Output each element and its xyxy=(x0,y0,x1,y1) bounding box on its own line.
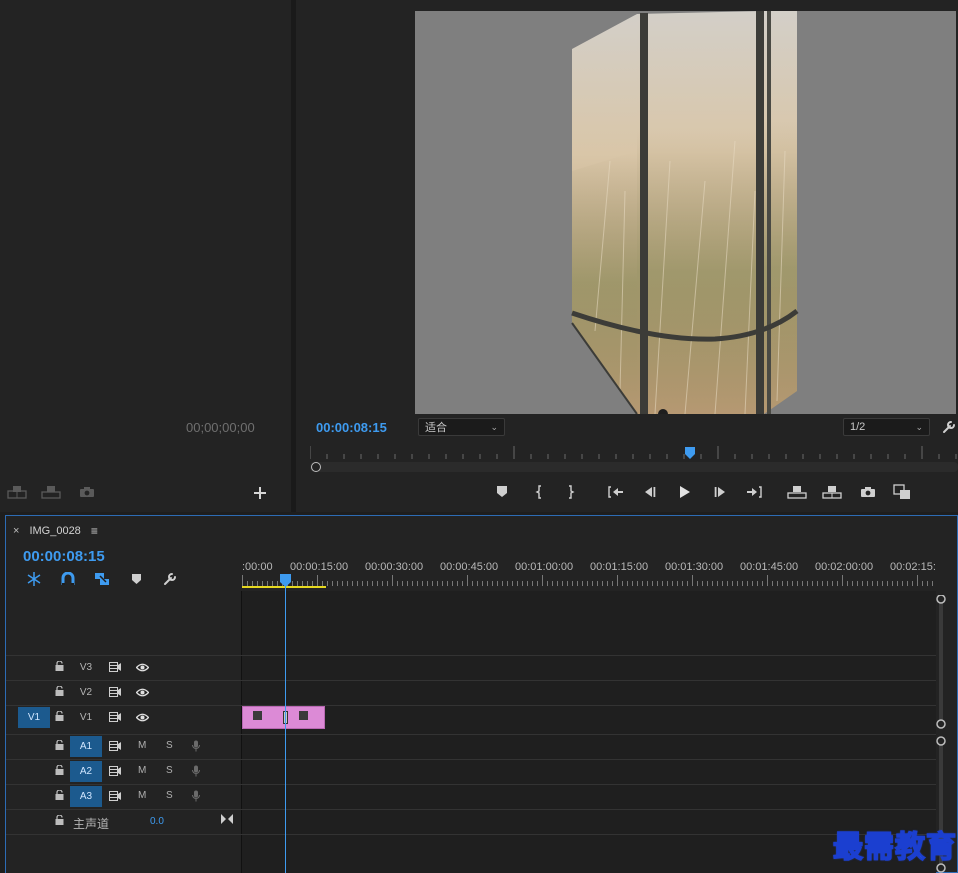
master-label: 主声道 xyxy=(73,817,110,831)
track-header: A2 M S xyxy=(6,760,241,784)
go-to-out-icon[interactable] xyxy=(745,484,763,500)
fx-badge-icon xyxy=(253,711,262,720)
solo-button[interactable]: S xyxy=(166,740,173,751)
play-icon[interactable] xyxy=(676,483,694,501)
sync-lock-icon[interactable] xyxy=(109,662,121,672)
mute-button[interactable]: M xyxy=(138,790,146,801)
sync-lock-icon[interactable] xyxy=(109,766,121,776)
chevron-down-icon: ⌄ xyxy=(490,421,498,432)
timeline-playhead[interactable] xyxy=(280,574,291,587)
settings-wrench-icon[interactable] xyxy=(940,418,958,436)
eye-icon[interactable] xyxy=(136,663,149,672)
marker-icon[interactable] xyxy=(129,572,143,586)
linked-selection-icon[interactable] xyxy=(93,571,111,587)
timeline-time-ruler[interactable]: :00:00 00:00:15:00 00:00:30:00 00:00:45:00 0… xyxy=(242,559,936,591)
track-row-v1[interactable]: V1 V1 xyxy=(6,705,936,729)
program-video-frame[interactable] xyxy=(415,11,956,414)
track-row-v3[interactable]: V3 xyxy=(6,655,936,679)
track-header: V2 xyxy=(6,681,241,705)
sequence-name[interactable]: IMG_0028 xyxy=(29,525,80,537)
source-patch[interactable]: V1 xyxy=(18,707,50,728)
timeline-settings-wrench-icon[interactable] xyxy=(162,571,178,587)
camera-icon[interactable] xyxy=(859,484,877,500)
program-timecode[interactable]: 00:00:08:15 xyxy=(316,420,387,435)
marker-icon[interactable] xyxy=(494,484,510,500)
timeline-playhead-line xyxy=(285,583,286,873)
step-back-icon[interactable] xyxy=(642,484,658,500)
sync-lock-icon[interactable] xyxy=(109,741,121,751)
expand-track-icon[interactable] xyxy=(221,814,233,824)
microphone-icon[interactable] xyxy=(192,790,200,802)
step-forward-icon[interactable] xyxy=(712,484,728,500)
track-target[interactable]: V1 xyxy=(70,707,102,728)
track-header: 主声道 0.0 xyxy=(6,810,241,834)
track-divider xyxy=(6,834,936,835)
microphone-icon[interactable] xyxy=(192,740,200,752)
fx-badge-icon xyxy=(299,711,308,720)
track-row-master[interactable]: 主声道 0.0 xyxy=(6,809,936,833)
track-row-a1[interactable]: A1 M S xyxy=(6,734,936,758)
extract-icon[interactable] xyxy=(822,484,842,500)
track-target[interactable]: A2 xyxy=(70,761,102,782)
track-row-v2[interactable]: V2 xyxy=(6,680,936,704)
zoom-handle[interactable] xyxy=(311,462,321,472)
insert-icon[interactable] xyxy=(6,484,28,500)
resolution-dropdown[interactable]: 1/2 ⌄ xyxy=(843,418,930,436)
lock-icon[interactable] xyxy=(55,790,64,800)
track-header: A3 M S xyxy=(6,785,241,809)
camera-icon[interactable] xyxy=(77,484,97,500)
lock-icon[interactable] xyxy=(55,740,64,750)
microphone-icon[interactable] xyxy=(192,765,200,777)
mark-out-icon[interactable] xyxy=(563,484,579,500)
mute-button[interactable]: M xyxy=(138,765,146,776)
snap-insert-icon[interactable] xyxy=(25,571,43,587)
magnet-snap-icon[interactable] xyxy=(59,571,77,587)
lock-icon[interactable] xyxy=(55,686,64,696)
video-clip[interactable] xyxy=(242,706,325,729)
mark-in-icon[interactable] xyxy=(531,484,547,500)
compare-icon[interactable] xyxy=(892,483,912,501)
source-monitor-panel xyxy=(0,0,291,512)
lock-icon[interactable] xyxy=(55,815,64,825)
overwrite-icon[interactable] xyxy=(40,484,62,500)
plus-icon[interactable] xyxy=(252,485,268,501)
video-tracks-scrollbar[interactable] xyxy=(936,595,946,735)
fit-dropdown[interactable]: 适合 ⌄ xyxy=(418,418,505,436)
track-header: A1 M S xyxy=(6,735,241,759)
chevron-down-icon: ⌄ xyxy=(915,421,923,432)
track-target[interactable]: V2 xyxy=(70,682,102,703)
watermark-logo: 最需教育 xyxy=(832,829,957,865)
solo-button[interactable]: S xyxy=(166,765,173,776)
sync-lock-icon[interactable] xyxy=(109,712,121,722)
track-target[interactable]: A3 xyxy=(70,786,102,807)
timeline-tab[interactable]: × IMG_0028 ≡ xyxy=(13,523,98,539)
track-row-a3[interactable]: A3 M S xyxy=(6,784,936,808)
program-playhead[interactable] xyxy=(685,447,695,459)
lock-icon[interactable] xyxy=(55,765,64,775)
track-row-a2[interactable]: A2 M S xyxy=(6,759,936,783)
mute-button[interactable]: M xyxy=(138,740,146,751)
track-header: V3 xyxy=(6,656,241,680)
lock-icon[interactable] xyxy=(55,711,64,721)
track-target[interactable]: A1 xyxy=(70,736,102,757)
close-icon[interactable]: × xyxy=(13,525,19,537)
eye-icon[interactable] xyxy=(136,713,149,722)
panel-menu-icon[interactable]: ≡ xyxy=(91,524,98,538)
timeline-timecode[interactable]: 00:00:08:15 xyxy=(23,548,105,565)
solo-button[interactable]: S xyxy=(166,790,173,801)
source-timecode[interactable]: 00;00;00;00 xyxy=(186,420,255,435)
lock-icon[interactable] xyxy=(55,661,64,671)
sync-lock-icon[interactable] xyxy=(109,687,121,697)
master-volume-value[interactable]: 0.0 xyxy=(150,816,164,827)
lift-icon[interactable] xyxy=(787,484,807,500)
sync-lock-icon[interactable] xyxy=(109,791,121,801)
program-time-ruler[interactable] xyxy=(310,446,958,460)
go-to-in-icon[interactable] xyxy=(607,484,625,500)
resolution-dropdown-label: 1/2 xyxy=(850,421,866,433)
track-header: V1 V1 xyxy=(6,706,241,730)
zoom-scrollbar[interactable] xyxy=(310,462,958,472)
fit-dropdown-label: 适合 xyxy=(425,422,447,434)
eye-icon[interactable] xyxy=(136,688,149,697)
track-target[interactable]: V3 xyxy=(70,657,102,678)
